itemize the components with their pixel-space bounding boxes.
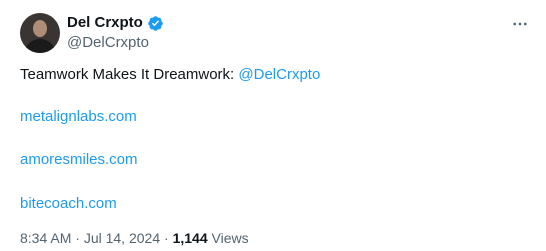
tweet-date[interactable]: Jul 14, 2024 [84, 230, 160, 246]
author-handle[interactable]: @DelCrxpto [67, 34, 149, 52]
views-label: Views [207, 230, 249, 246]
tweet-text-prefix: Teamwork Makes It Dreamwork: [20, 66, 239, 83]
avatar-shoulders [24, 39, 56, 53]
link-bitecoach[interactable]: bitecoach.com [20, 195, 117, 213]
author-name-row: Del Crxpto [67, 14, 164, 32]
tweet-time[interactable]: 8:34 AM [20, 230, 71, 246]
views-count: 1,144 [172, 230, 208, 246]
tweet-text: Teamwork Makes It Dreamwork: @DelCrxpto [20, 66, 320, 84]
link-metalignlabs[interactable]: metalignlabs.com [20, 108, 137, 126]
verified-badge-icon [148, 15, 163, 31]
tweet-card: Del Crxpto @DelCrxpto Teamwork Makes It … [0, 0, 546, 251]
more-dots-glyph [513, 22, 527, 26]
meta-separator: · [160, 230, 173, 246]
avatar-face [33, 20, 47, 37]
meta-separator: · [71, 230, 84, 246]
link-amoresmiles[interactable]: amoresmiles.com [20, 151, 138, 169]
more-horizontal-icon[interactable] [510, 14, 530, 34]
tweet-meta: 8:34 AM · Jul 14, 2024 · 1,144 Views [20, 230, 249, 247]
mention-link[interactable]: @DelCrxpto [238, 66, 320, 83]
avatar[interactable] [20, 13, 60, 53]
author-display-name[interactable]: Del Crxpto [67, 14, 143, 32]
